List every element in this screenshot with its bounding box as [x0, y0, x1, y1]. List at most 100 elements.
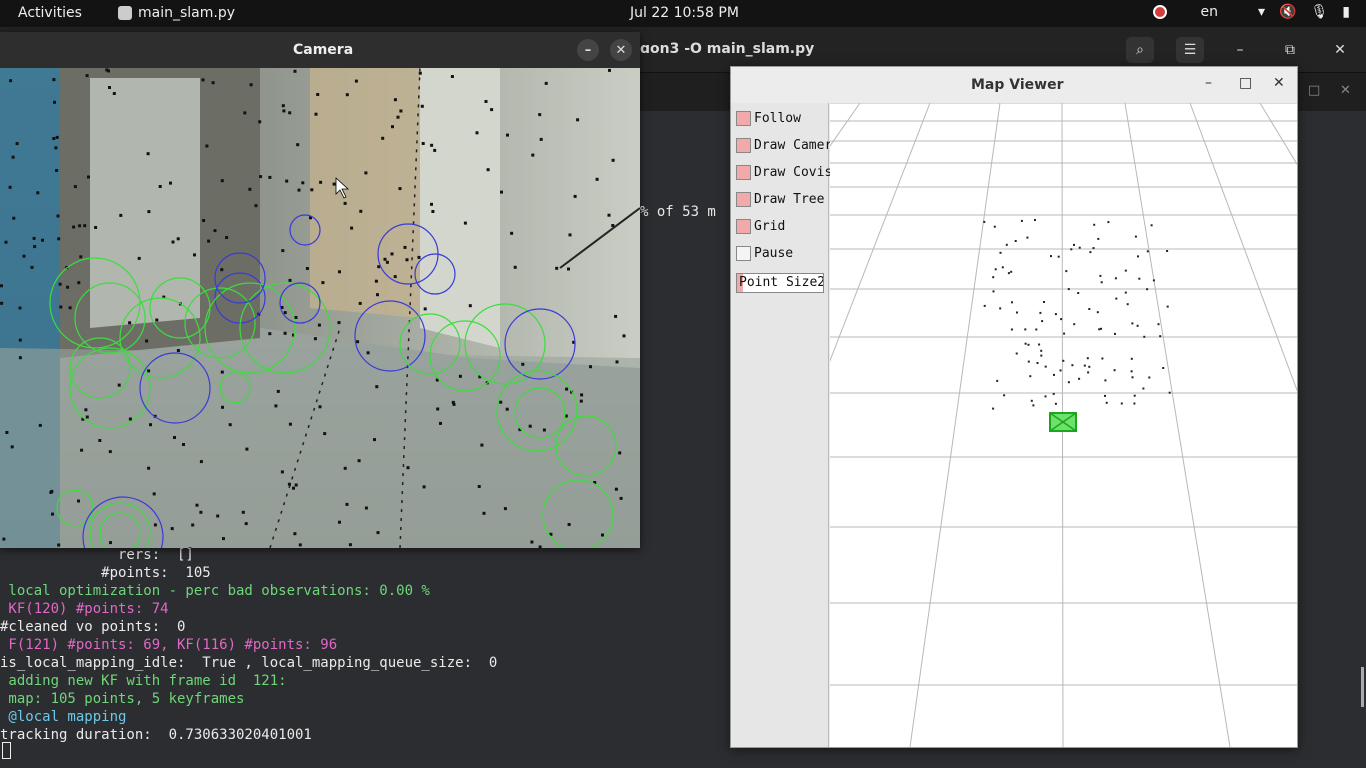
wifi-icon[interactable]: ▾ [1258, 4, 1265, 20]
keypoint-marker [30, 265, 34, 269]
camera-title: Camera [293, 42, 354, 58]
app-name: main_slam.py [138, 5, 236, 21]
close-icon[interactable]: ✕ [1326, 37, 1354, 63]
map-point [1100, 281, 1103, 284]
keypoint-marker [398, 187, 402, 191]
close-icon[interactable]: ✕ [610, 39, 632, 61]
camera-keyframe-marker [1049, 412, 1077, 432]
keypoint-marker [0, 301, 4, 305]
option-grid[interactable]: Grid [736, 219, 785, 234]
keypoint-marker [213, 229, 217, 233]
keypoint-marker [555, 266, 559, 270]
clock[interactable]: Jul 22 10:58 PM [630, 5, 739, 21]
battery-icon[interactable]: ▮ [1342, 4, 1350, 20]
system-tray[interactable]: en ▾ 🔇 🎙 ▮ [1152, 4, 1350, 20]
map-3d-view[interactable] [830, 103, 1297, 747]
keypoint-marker [348, 543, 352, 547]
map-point [1113, 369, 1116, 372]
follow-checkbox[interactable] [736, 111, 751, 126]
map-point [1071, 364, 1074, 367]
map-point [1029, 375, 1032, 378]
terminal-partial-line: % of 53 m [640, 204, 716, 220]
keypoint-marker [301, 181, 305, 185]
map-point [1035, 328, 1038, 331]
keypoint-marker [170, 527, 174, 531]
language-indicator[interactable]: en [1201, 4, 1219, 20]
minimize-icon[interactable]: – [1226, 37, 1254, 63]
map-point [1040, 349, 1043, 352]
maximize-icon[interactable]: □ [1239, 75, 1252, 91]
keypoint-marker [77, 499, 80, 503]
camera-image [0, 68, 640, 548]
minimize-icon[interactable]: – [577, 39, 599, 61]
keypoint-marker [152, 492, 156, 496]
microphone-icon[interactable]: 🎙 [1311, 4, 1329, 20]
map-point [1166, 305, 1169, 308]
tab-close-icon[interactable]: ✕ [1340, 83, 1351, 98]
keypoint-marker [5, 431, 9, 434]
keypoint-marker [245, 447, 249, 451]
keypoint-marker [500, 190, 503, 194]
map-point [1041, 320, 1044, 323]
draw-cameras-checkbox[interactable] [736, 138, 751, 153]
keypoint-marker [259, 175, 263, 179]
map-point [1133, 394, 1136, 397]
map-point [1137, 255, 1139, 258]
map-point [1114, 277, 1117, 280]
keypoint-marker [10, 445, 14, 449]
screen-recorder-icon[interactable] [1152, 5, 1167, 19]
volume-muted-icon[interactable]: 🔇 [1279, 4, 1296, 20]
close-icon[interactable]: ✕ [1273, 75, 1285, 91]
map-canvas [830, 103, 1297, 747]
keypoint-marker [285, 179, 289, 183]
keypoint-marker [531, 153, 535, 157]
point-size-slider[interactable]: Point Size2 [736, 273, 824, 293]
hamburger-menu-icon[interactable]: ☰ [1176, 37, 1204, 63]
terminal-scrollbar[interactable] [1361, 667, 1364, 707]
map-point [1166, 250, 1169, 252]
grid-checkbox[interactable] [736, 219, 751, 234]
camera-titlebar[interactable]: Camera – ✕ [0, 32, 640, 68]
keypoint-marker [176, 349, 180, 352]
keypoint-marker [580, 393, 584, 397]
map-point [1054, 313, 1057, 316]
map-viewer-titlebar[interactable]: Map Viewer – □ ✕ [731, 67, 1297, 103]
keypoint-marker [87, 175, 90, 179]
map-point [1073, 243, 1075, 246]
restore-icon[interactable]: ⧉ [1276, 37, 1304, 63]
keypoint-marker [430, 202, 433, 206]
map-point [1053, 373, 1055, 376]
keypoint-marker [9, 79, 13, 83]
keypoint-marker [530, 540, 534, 544]
draw-tree-checkbox[interactable] [736, 192, 751, 207]
tab-restore-icon[interactable]: □ [1308, 83, 1320, 98]
keypoint-marker [55, 169, 59, 172]
keypoint-marker [112, 92, 116, 95]
terminal-line: is_local_mapping_idle: True , local_mapp… [0, 655, 498, 671]
option-follow[interactable]: Follow [736, 111, 801, 126]
search-icon[interactable]: ⌕ [1126, 37, 1154, 63]
terminal-line: F(121) #points: 69, KF(116) #points: 96 [0, 637, 338, 653]
keypoint-marker [364, 506, 368, 510]
draw-covisibility-checkbox[interactable] [736, 165, 751, 180]
keypoint-marker [220, 370, 224, 374]
minimize-icon[interactable]: – [1205, 75, 1212, 91]
keypoint-marker [405, 258, 409, 262]
keypoint-marker [510, 231, 514, 235]
keypoint-marker [244, 522, 248, 526]
map-point [994, 268, 997, 271]
keypoint-marker [358, 301, 362, 305]
keypoint-marker [292, 486, 295, 490]
keypoint-marker [607, 213, 611, 217]
keypoint-marker [241, 510, 245, 514]
map-point [999, 307, 1002, 310]
option-pause[interactable]: Pause [736, 246, 793, 261]
activities-button[interactable]: Activities [18, 5, 82, 21]
map-point [1099, 274, 1102, 277]
map-point [1054, 402, 1057, 405]
keypoint-marker [614, 487, 618, 491]
pause-checkbox[interactable] [736, 246, 751, 261]
option-draw-tree[interactable]: Draw Tree [736, 192, 824, 207]
keypoint-marker [202, 219, 206, 222]
app-menu[interactable]: main_slam.py [118, 5, 235, 21]
